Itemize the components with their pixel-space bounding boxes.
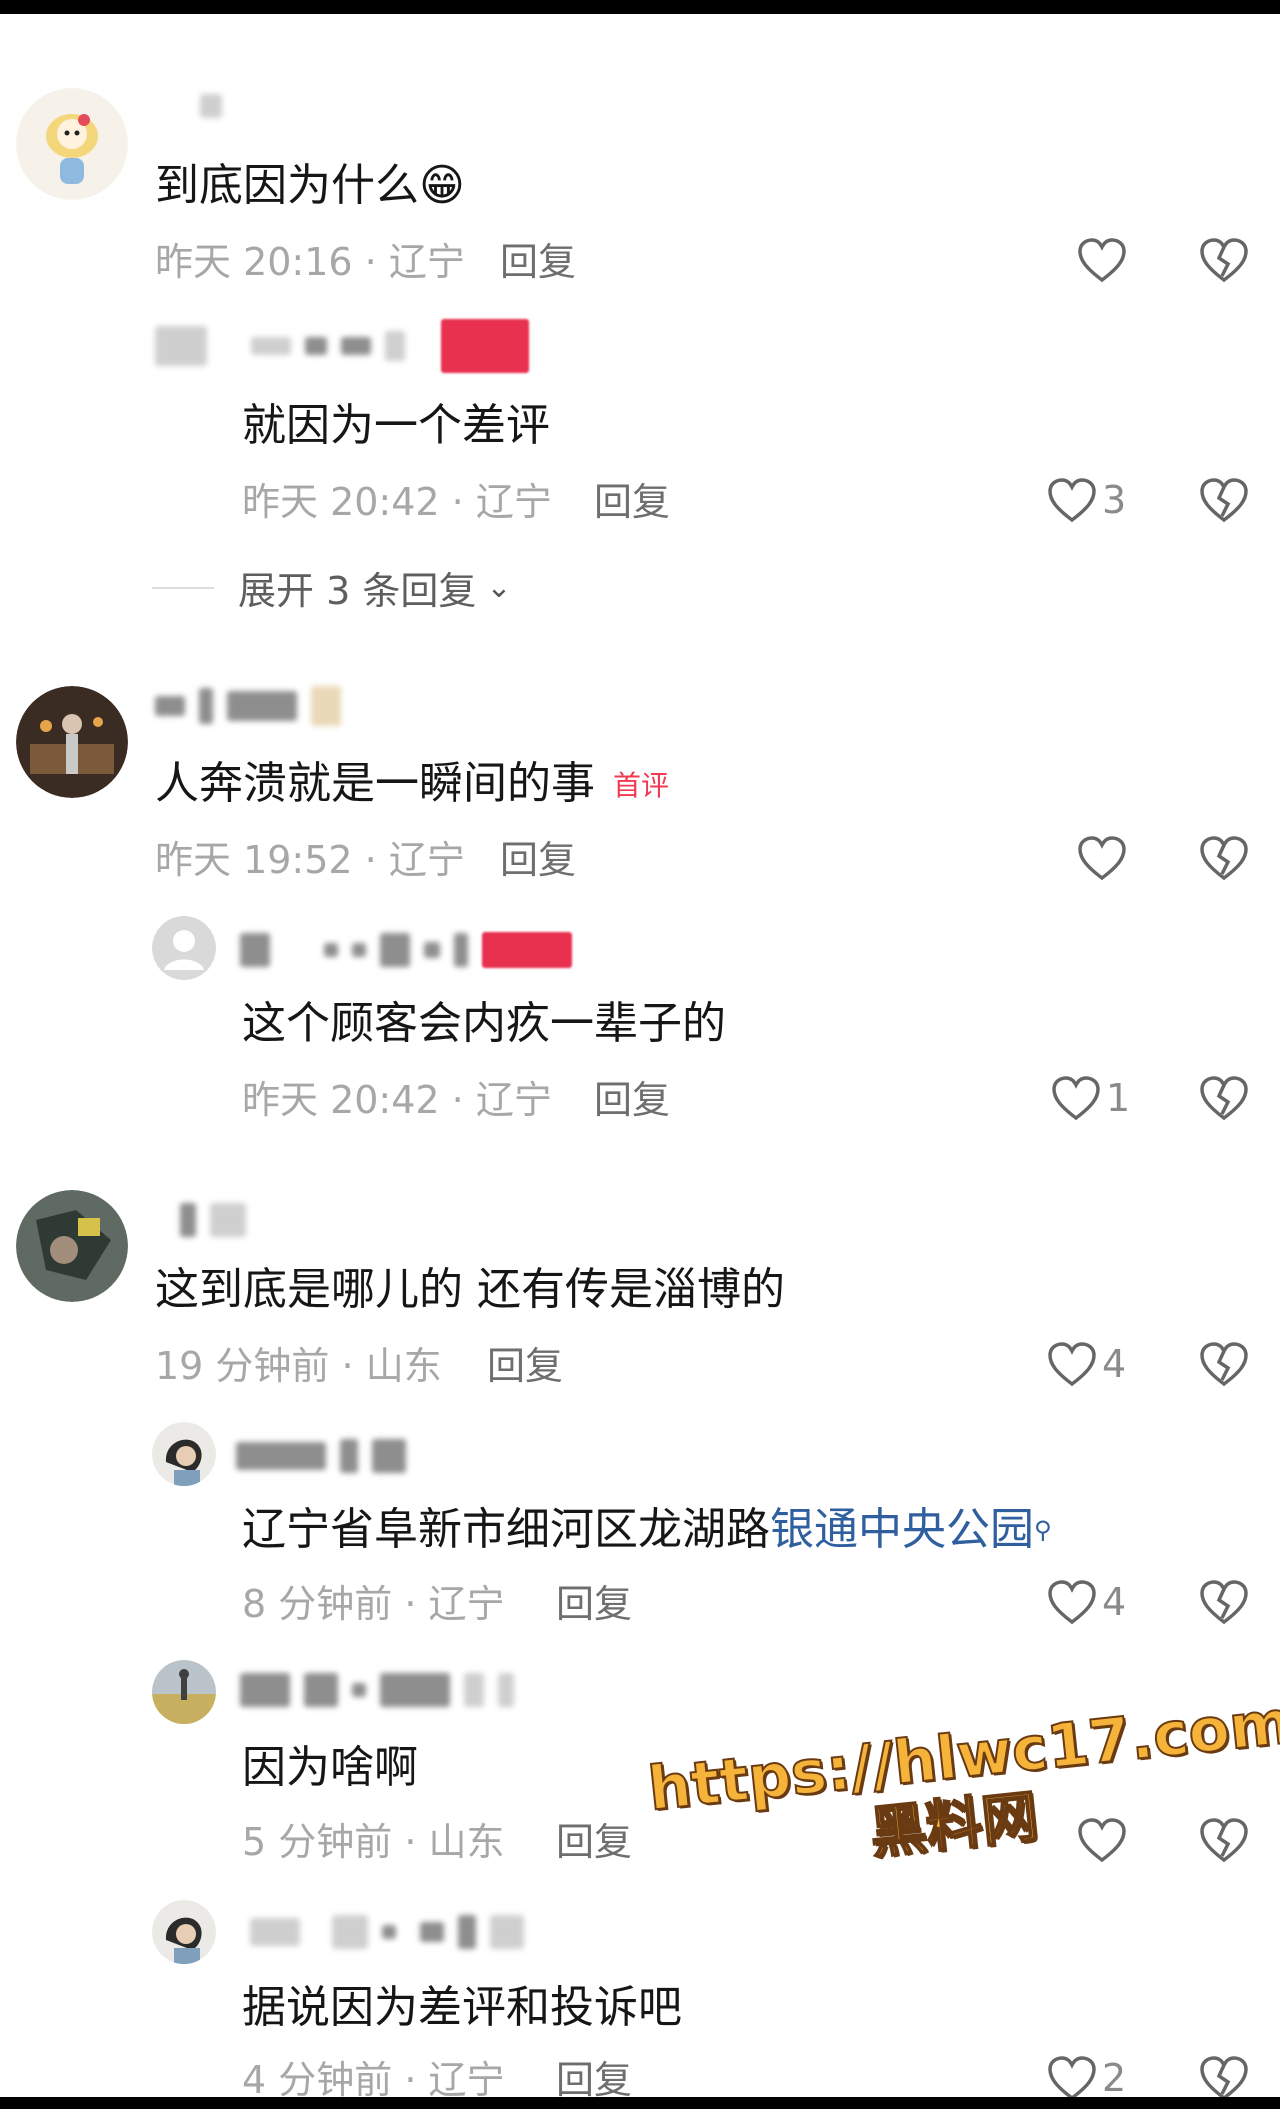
like-button[interactable]: 1 bbox=[1050, 1074, 1130, 1122]
like-count: 1 bbox=[1106, 1076, 1131, 1120]
broken-heart-icon bbox=[1200, 836, 1248, 881]
reply-meta: 昨天 20:42 · 辽宁 bbox=[242, 1078, 552, 1122]
dislike-button[interactable] bbox=[1198, 1578, 1250, 1630]
username-blurred[interactable] bbox=[250, 1912, 524, 1952]
heart-outline-icon bbox=[1052, 1076, 1100, 1121]
like-button[interactable]: 2 bbox=[1046, 2054, 1126, 2102]
heart-outline-icon bbox=[1048, 1580, 1096, 1625]
heart-outline-icon bbox=[1048, 1342, 1096, 1387]
comment-text: 这到底是哪儿的 还有传是淄博的 bbox=[155, 1264, 785, 1315]
reply-button[interactable]: 回复 bbox=[556, 1580, 632, 1628]
expand-divider bbox=[152, 586, 214, 589]
comment-text: 人奔溃就是一瞬间的事 首评 bbox=[155, 756, 669, 814]
first-comment-tag: 首评 bbox=[613, 769, 670, 802]
comment-meta: 昨天 20:16 · 辽宁 bbox=[155, 240, 465, 284]
like-button[interactable] bbox=[1076, 834, 1132, 882]
grin-emoji: 😁 bbox=[419, 160, 465, 211]
dislike-button[interactable] bbox=[1198, 236, 1250, 288]
reply-avatar-default[interactable] bbox=[152, 916, 216, 980]
like-button[interactable]: 4 bbox=[1046, 1340, 1126, 1388]
like-button[interactable]: 4 bbox=[1046, 1578, 1126, 1626]
broken-heart-icon bbox=[1200, 1342, 1248, 1387]
reply-text: 辽宁省阜新市细河区龙湖路银通中央公园⚲ bbox=[242, 1504, 1052, 1555]
reply-text: 就因为一个差评 bbox=[242, 400, 550, 451]
reply-avatar[interactable] bbox=[152, 1660, 216, 1724]
comment-meta: 昨天 19:52 · 辽宁 bbox=[155, 838, 465, 882]
avatar[interactable] bbox=[16, 1190, 128, 1302]
heart-outline-icon bbox=[1078, 238, 1126, 283]
username-blurred[interactable] bbox=[200, 86, 222, 126]
avatar[interactable] bbox=[16, 88, 128, 200]
heart-outline-icon bbox=[1048, 2056, 1096, 2101]
reply-button[interactable]: 回复 bbox=[556, 1818, 632, 1866]
dislike-button[interactable] bbox=[1198, 476, 1250, 528]
reply-button[interactable]: 回复 bbox=[500, 238, 576, 286]
username-blurred[interactable] bbox=[155, 686, 341, 726]
expand-replies-button[interactable]: 展开 3 条回复 ⌄ bbox=[152, 560, 511, 615]
reply-button[interactable]: 回复 bbox=[594, 1076, 670, 1124]
reply-meta: 8 分钟前 · 辽宁 bbox=[242, 1582, 505, 1626]
search-icon[interactable]: ⚲ bbox=[1034, 1516, 1052, 1544]
reply-button[interactable]: 回复 bbox=[487, 1342, 563, 1390]
like-count: 4 bbox=[1102, 1580, 1127, 1624]
broken-heart-icon bbox=[1200, 2056, 1248, 2101]
like-count: 3 bbox=[1102, 478, 1127, 522]
reply-meta: 5 分钟前 · 山东 bbox=[242, 1820, 505, 1864]
dislike-button[interactable] bbox=[1198, 1074, 1250, 1126]
site-watermark: https://hlwc17.com 黑料网 bbox=[644, 1686, 1280, 1890]
dislike-button[interactable] bbox=[1198, 834, 1250, 886]
reply-avatar[interactable] bbox=[152, 1900, 216, 1964]
username-blurred[interactable] bbox=[236, 1436, 406, 1476]
comment-meta: 19 分钟前 · 山东 bbox=[155, 1344, 442, 1388]
reply-text: 这个顾客会内疚一辈子的 bbox=[242, 998, 726, 1049]
avatar[interactable] bbox=[16, 686, 128, 798]
like-count: 4 bbox=[1102, 1342, 1127, 1386]
reply-button[interactable]: 回复 bbox=[594, 478, 670, 526]
reply-avatar[interactable] bbox=[152, 1422, 216, 1486]
reply-avatar-username-blurred[interactable] bbox=[155, 319, 529, 373]
like-button[interactable]: 3 bbox=[1046, 476, 1126, 524]
top-frame-bar bbox=[0, 0, 1280, 14]
heart-outline-icon bbox=[1048, 478, 1096, 523]
broken-heart-icon bbox=[1200, 1076, 1248, 1121]
comment-text: 到底因为什么😁 bbox=[155, 160, 465, 211]
username-blurred[interactable] bbox=[180, 1200, 246, 1240]
like-button[interactable] bbox=[1076, 236, 1132, 284]
reply-text: 据说因为差评和投诉吧 bbox=[242, 1982, 682, 2033]
heart-outline-icon bbox=[1078, 836, 1126, 881]
like-count: 2 bbox=[1102, 2056, 1127, 2100]
reply-text: 因为啥啊 bbox=[242, 1742, 418, 1793]
reply-meta: 昨天 20:42 · 辽宁 bbox=[242, 480, 552, 524]
username-blurred[interactable] bbox=[240, 1670, 514, 1710]
username-blurred[interactable] bbox=[240, 930, 572, 970]
broken-heart-icon bbox=[1200, 478, 1248, 523]
bottom-frame-bar bbox=[0, 2097, 1280, 2109]
reply-button[interactable]: 回复 bbox=[500, 836, 576, 884]
chevron-down-icon: ⌄ bbox=[486, 570, 512, 605]
location-link[interactable]: 银通中央公园 bbox=[770, 1504, 1034, 1555]
broken-heart-icon bbox=[1200, 1580, 1248, 1625]
broken-heart-icon bbox=[1200, 238, 1248, 283]
dislike-button[interactable] bbox=[1198, 1340, 1250, 1392]
